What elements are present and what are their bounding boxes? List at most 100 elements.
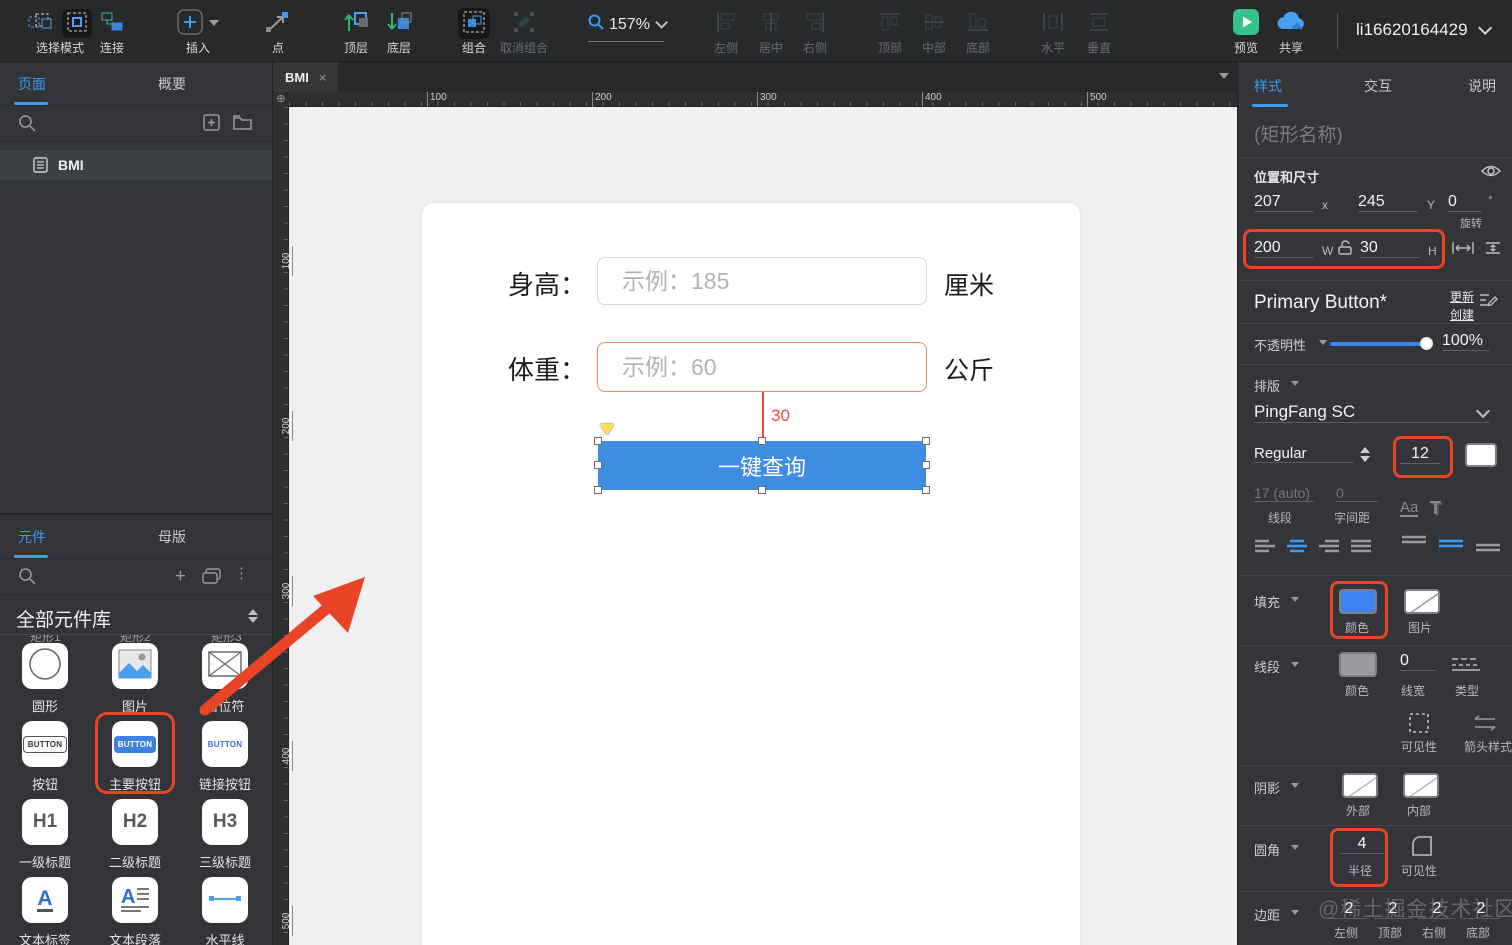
- height-input[interactable]: [597, 257, 927, 305]
- edit-style-icon[interactable]: [1478, 290, 1498, 313]
- share-button[interactable]: 共享: [1263, 8, 1319, 56]
- align-right-button[interactable]: 右侧: [787, 8, 843, 56]
- widgets-more-icon[interactable]: ⋮: [234, 564, 250, 582]
- align-bottom-button[interactable]: 底部: [950, 8, 1006, 56]
- tab-overview[interactable]: 概要: [158, 74, 186, 94]
- widget-text-label[interactable]: A 文本标签: [0, 877, 90, 945]
- canvas-tab-bmi[interactable]: BMI ×: [273, 62, 339, 92]
- font-size-input[interactable]: 12: [1400, 445, 1440, 464]
- fill-image-swatch[interactable]: [1404, 589, 1440, 614]
- point-button[interactable]: 点: [250, 8, 306, 56]
- resize-handle[interactable]: [594, 437, 602, 445]
- valign-bottom-icon[interactable]: [1475, 543, 1501, 558]
- widget-h3[interactable]: H3 三级标题: [180, 799, 270, 871]
- opacity-slider-thumb[interactable]: [1420, 337, 1433, 350]
- opacity-value[interactable]: 100%: [1442, 332, 1490, 351]
- line-height-input[interactable]: 17 (auto): [1254, 485, 1314, 502]
- tab-notes[interactable]: 说明: [1468, 76, 1496, 96]
- tab-interactions[interactable]: 交互: [1364, 76, 1392, 96]
- tab-widgets[interactable]: 元件: [18, 527, 46, 547]
- tab-list-caret-icon[interactable]: [1219, 73, 1229, 79]
- lock-ratio-icon[interactable]: [1338, 240, 1352, 258]
- radius-visibility-icon[interactable]: [1410, 834, 1434, 861]
- user-menu[interactable]: li16620164429: [1356, 20, 1492, 40]
- widget-placeholder[interactable]: 占位符: [180, 643, 270, 715]
- shadow-inner-swatch[interactable]: [1403, 773, 1439, 798]
- add-widget-icon[interactable]: +: [175, 566, 186, 588]
- resize-handle[interactable]: [922, 437, 930, 445]
- letter-spacing-input[interactable]: 0: [1336, 485, 1378, 502]
- zoom-control[interactable]: 157%: [588, 14, 668, 42]
- align-text-center-icon[interactable]: [1286, 539, 1308, 559]
- widget-circle[interactable]: 圆形: [0, 643, 90, 715]
- fill-color-swatch[interactable]: [1339, 589, 1377, 614]
- library-stack-icon[interactable]: [202, 568, 222, 589]
- valign-top-icon[interactable]: [1401, 535, 1427, 550]
- font-weight-chevrons-icon[interactable]: [1360, 447, 1370, 462]
- widget-primary-button[interactable]: BUTTON 主要按钮: [90, 721, 180, 793]
- x-input[interactable]: 207: [1254, 193, 1314, 212]
- create-style-link[interactable]: 创建: [1450, 306, 1474, 323]
- resize-handle[interactable]: [922, 486, 930, 494]
- tab-masters[interactable]: 母版: [158, 527, 186, 547]
- widget-link-button[interactable]: BUTTON 链接按钮: [180, 721, 270, 793]
- send-to-back-button[interactable]: 底层: [371, 8, 427, 56]
- tab-pages[interactable]: 页面: [18, 74, 46, 94]
- weight-input[interactable]: [597, 342, 927, 392]
- y-input[interactable]: 245: [1358, 193, 1418, 212]
- text-style-icon[interactable]: T: [1430, 498, 1441, 519]
- radius-input[interactable]: 4: [1340, 835, 1384, 854]
- width-input[interactable]: 200: [1254, 239, 1314, 258]
- connect-button[interactable]: 连接: [84, 8, 140, 56]
- margin-left-input[interactable]: 2: [1330, 900, 1368, 919]
- line-visibility-icon[interactable]: [1408, 712, 1430, 737]
- resize-handle[interactable]: [922, 461, 930, 469]
- font-weight-select[interactable]: Regular: [1254, 445, 1354, 463]
- shadow-outer-swatch[interactable]: [1342, 773, 1378, 798]
- line-color-swatch[interactable]: [1339, 652, 1377, 677]
- valign-middle-icon[interactable]: [1438, 539, 1464, 554]
- widget-style-name[interactable]: Primary Button*: [1254, 292, 1387, 314]
- resize-handle[interactable]: [594, 461, 602, 469]
- fit-height-icon[interactable]: [1484, 241, 1502, 258]
- eye-icon[interactable]: [1480, 164, 1502, 181]
- line-width-input[interactable]: 0: [1400, 652, 1436, 671]
- margin-right-input[interactable]: 2: [1418, 900, 1456, 919]
- resize-handle[interactable]: [758, 486, 766, 494]
- margin-bottom-input[interactable]: 2: [1462, 900, 1500, 919]
- pages-search-icon[interactable]: [18, 114, 36, 137]
- canvas-content[interactable]: 身高： 厘米 体重： 公斤 30 一键查询: [289, 107, 1237, 945]
- add-page-icon[interactable]: [203, 114, 220, 136]
- align-text-right-icon[interactable]: [1318, 539, 1340, 559]
- align-text-left-icon[interactable]: [1254, 539, 1276, 559]
- widget-horizontal-line[interactable]: 水平线: [180, 877, 270, 945]
- ungroup-button[interactable]: 取消组合: [490, 8, 558, 56]
- tab-close-icon[interactable]: ×: [319, 70, 327, 85]
- update-style-link[interactable]: 更新: [1450, 288, 1474, 305]
- fit-width-icon[interactable]: [1451, 241, 1475, 258]
- resize-handle[interactable]: [758, 437, 766, 445]
- text-case-icon[interactable]: Aa: [1400, 500, 1419, 517]
- widget-h2[interactable]: H2 二级标题: [90, 799, 180, 871]
- distribute-vertical-button[interactable]: 垂直: [1071, 8, 1127, 56]
- shape-name-placeholder[interactable]: (矩形名称): [1254, 120, 1343, 147]
- tab-style[interactable]: 样式: [1254, 76, 1282, 96]
- add-folder-icon[interactable]: [233, 114, 252, 135]
- widget-image[interactable]: 图片: [90, 643, 180, 715]
- height-input-field[interactable]: 30: [1360, 239, 1420, 258]
- resize-handle[interactable]: [594, 486, 602, 494]
- page-item-bmi[interactable]: BMI: [0, 150, 272, 180]
- widget-h1[interactable]: H1 一级标题: [0, 799, 90, 871]
- ruler-origin-icon[interactable]: ⊕: [273, 92, 289, 107]
- opacity-slider[interactable]: [1330, 342, 1426, 346]
- font-color-swatch[interactable]: [1465, 443, 1497, 467]
- widget-paragraph[interactable]: A 文本段落: [90, 877, 180, 945]
- margin-top-input[interactable]: 2: [1374, 900, 1412, 919]
- rotation-input[interactable]: 0: [1448, 193, 1482, 212]
- widget-button[interactable]: BUTTON 按钮: [0, 721, 90, 793]
- marquee-select-icon[interactable]: [28, 10, 54, 37]
- line-type-icon[interactable]: [1451, 656, 1481, 675]
- font-family-select[interactable]: PingFang SC: [1254, 402, 1490, 423]
- widgets-search-icon[interactable]: [18, 567, 36, 590]
- arrow-style-icon[interactable]: [1471, 714, 1499, 735]
